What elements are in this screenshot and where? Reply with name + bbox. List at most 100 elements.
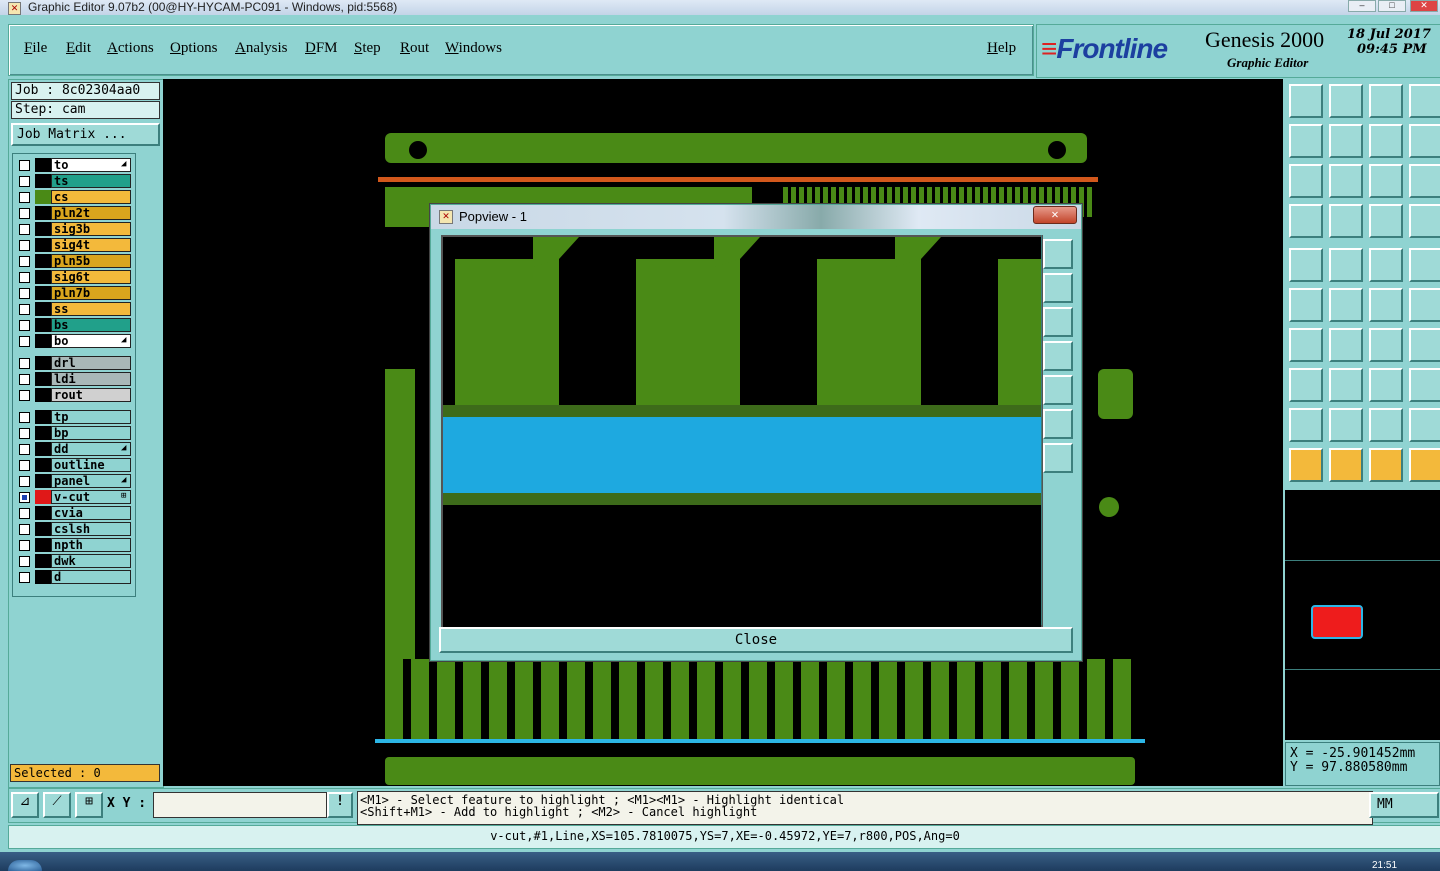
- layer-color-swatch[interactable]: [35, 570, 51, 584]
- layer-checkbox[interactable]: [19, 192, 30, 203]
- shapes-icon[interactable]: [1409, 368, 1440, 402]
- layer-checkbox[interactable]: [19, 272, 30, 283]
- layer-color-swatch[interactable]: [35, 190, 51, 204]
- layer-color-swatch[interactable]: [35, 410, 51, 424]
- layer-checkbox[interactable]: [19, 492, 30, 503]
- popview-close-x-button[interactable]: ✕: [1033, 206, 1077, 224]
- layer-color-swatch[interactable]: [35, 554, 51, 568]
- zoom-center-icon[interactable]: [1329, 164, 1363, 198]
- popview-canvas[interactable]: [441, 235, 1043, 629]
- angle-icon[interactable]: [1289, 328, 1323, 362]
- layer-color-swatch[interactable]: [35, 270, 51, 284]
- cross-icon[interactable]: [1329, 288, 1363, 322]
- ruler-icon[interactable]: [1369, 248, 1403, 282]
- layer-row-sig4t[interactable]: sig4t: [17, 238, 131, 252]
- popview-zoom-fit-icon[interactable]: [1043, 409, 1073, 439]
- layer-checkbox[interactable]: [19, 556, 30, 567]
- measure-icon[interactable]: ⟋: [43, 792, 71, 818]
- select3-icon[interactable]: [1369, 448, 1403, 482]
- layer-checkbox[interactable]: [19, 476, 30, 487]
- fit-icon[interactable]: [1409, 328, 1440, 362]
- menu-edit[interactable]: Edit: [66, 40, 91, 57]
- layer-row-ldi[interactable]: ldi: [17, 372, 131, 386]
- layer-name[interactable]: pln7b: [51, 286, 131, 300]
- popview-close-button[interactable]: Close: [439, 627, 1073, 653]
- menu-options[interactable]: Options: [170, 40, 218, 57]
- layer-name[interactable]: tp: [51, 410, 131, 424]
- layer-checkbox[interactable]: [19, 208, 30, 219]
- open-icon[interactable]: [1289, 84, 1323, 118]
- text-a-icon[interactable]: [1329, 408, 1363, 442]
- layer-name[interactable]: pln5b: [51, 254, 131, 268]
- layer-checkbox[interactable]: [19, 390, 30, 401]
- line-icon[interactable]: [1329, 328, 1363, 362]
- node-icon[interactable]: [1369, 288, 1403, 322]
- popview-pan-up-icon[interactable]: [1043, 273, 1073, 303]
- menu-windows[interactable]: Windows: [445, 40, 502, 57]
- popview-pan-down-icon[interactable]: [1043, 307, 1073, 337]
- layer-name[interactable]: to: [51, 158, 131, 172]
- snap-red-icon[interactable]: [1369, 204, 1403, 238]
- layer-row-outline[interactable]: outline: [17, 458, 131, 472]
- layer-row-bp[interactable]: bp: [17, 426, 131, 440]
- layer-row-pln7b[interactable]: pln7b: [17, 286, 131, 300]
- help-icon[interactable]: [1409, 164, 1440, 198]
- layer-color-swatch[interactable]: [35, 286, 51, 300]
- layer-color-swatch[interactable]: [35, 356, 51, 370]
- layer-checkbox[interactable]: [19, 428, 30, 439]
- menu-rout[interactable]: Rout: [400, 40, 429, 57]
- redo-icon[interactable]: [1409, 124, 1440, 158]
- layer-name[interactable]: cslsh: [51, 522, 131, 536]
- text-c-icon[interactable]: [1409, 408, 1440, 442]
- menu-dfm[interactable]: DFM: [305, 40, 338, 57]
- layer-name[interactable]: cs: [51, 190, 131, 204]
- home-icon[interactable]: [1369, 84, 1403, 118]
- layer-checkbox[interactable]: [19, 412, 30, 423]
- layer-color-swatch[interactable]: [35, 458, 51, 472]
- layer-row-pln2t[interactable]: pln2t: [17, 206, 131, 220]
- layer-color-swatch[interactable]: [35, 174, 51, 188]
- layer-row-v-cut[interactable]: v-cut ⊞: [17, 490, 131, 504]
- measure-icon[interactable]: [1369, 368, 1403, 402]
- layer-name[interactable]: bp: [51, 426, 131, 440]
- layer-color-swatch[interactable]: [35, 222, 51, 236]
- layer-name[interactable]: panel: [51, 474, 131, 488]
- layer-name[interactable]: dwk: [51, 554, 131, 568]
- layer-row-cslsh[interactable]: cslsh: [17, 522, 131, 536]
- menu-help[interactable]: Help: [987, 40, 1016, 57]
- layer-name[interactable]: ldi: [51, 372, 131, 386]
- popview-window-icon[interactable]: [1043, 239, 1073, 269]
- select4-icon[interactable]: [1409, 448, 1440, 482]
- layer-row-cs[interactable]: cs: [17, 190, 131, 204]
- layer-row-rout[interactable]: rout: [17, 388, 131, 402]
- units-select[interactable]: MM: [1369, 792, 1439, 818]
- layer-row-panel[interactable]: panel ◢: [17, 474, 131, 488]
- layer-name[interactable]: v-cut: [51, 490, 131, 504]
- layer-row-d[interactable]: d: [17, 570, 131, 584]
- grid-icon[interactable]: [1329, 204, 1363, 238]
- connect-icon[interactable]: [1289, 288, 1323, 322]
- layer-checkbox[interactable]: [19, 304, 30, 315]
- layer-name[interactable]: sig4t: [51, 238, 131, 252]
- dash-icon[interactable]: [1329, 368, 1363, 402]
- layer-name[interactable]: bo: [51, 334, 131, 348]
- layer-name[interactable]: outline: [51, 458, 131, 472]
- layer-color-swatch[interactable]: [35, 238, 51, 252]
- layer-checkbox[interactable]: [19, 240, 30, 251]
- arc-icon[interactable]: [1369, 328, 1403, 362]
- start-button[interactable]: [8, 860, 42, 871]
- layer-row-pln5b[interactable]: pln5b: [17, 254, 131, 268]
- layer-name[interactable]: rout: [51, 388, 131, 402]
- layer-name[interactable]: pln2t: [51, 206, 131, 220]
- menu-file[interactable]: File: [24, 40, 47, 57]
- layer-name[interactable]: bs: [51, 318, 131, 332]
- layer-checkbox[interactable]: [19, 336, 30, 347]
- layer-checkbox[interactable]: [19, 444, 30, 455]
- close-window-button[interactable]: ✕: [1410, 0, 1438, 12]
- layer-name[interactable]: d: [51, 570, 131, 584]
- layer-name[interactable]: sig6t: [51, 270, 131, 284]
- pan-right-icon[interactable]: [1329, 124, 1363, 158]
- layer-row-ss[interactable]: ss: [17, 302, 131, 316]
- layer-checkbox[interactable]: [19, 320, 30, 331]
- xy-input[interactable]: [153, 792, 327, 818]
